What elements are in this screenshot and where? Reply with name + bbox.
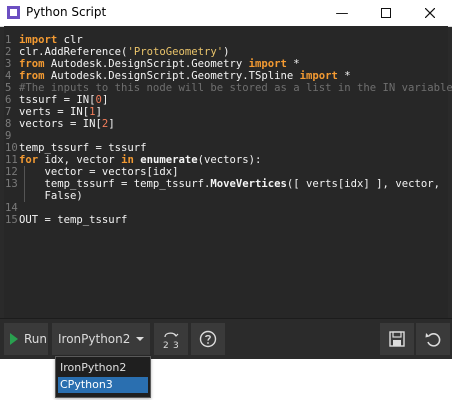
revert-button[interactable] [416,323,450,355]
line-number: 7 [5,106,12,118]
chevron-down-icon [136,337,144,341]
code-text: #The inputs to this node will be stored … [19,82,452,94]
close-icon [425,8,435,18]
window-title: Python Script [26,5,107,19]
line-number: 6 [5,94,12,106]
code-text: temp_tssurf = tssurf [19,142,147,154]
line-number: 3 [5,58,12,70]
code-text: False) [19,190,83,202]
save-button[interactable] [380,323,414,355]
app-icon [7,6,20,19]
line-number: 10 [5,142,18,154]
revert-icon [425,333,441,347]
code-text: temp_tssurf = temp_tssurf.MoveVertices([… [19,178,440,190]
code-text: from Autodesk.DesignScript.Geometry.TSpl… [19,70,351,82]
code-editor[interactable]: 1 import clr 2 clr.AddReference('ProtoGeom… [4,26,452,318]
maximize-button[interactable] [364,0,408,26]
line-number: 4 [5,70,12,82]
minimize-button[interactable]: — [320,0,364,26]
engine-option-ironpython2[interactable]: IronPython2 [58,360,148,376]
python-engine-select[interactable]: IronPython2 [52,323,150,355]
save-icon [389,331,405,347]
python-script-window: Python Script — 1 import clr 2 clr.AddRefe… [0,0,452,359]
run-label: Run [24,332,48,346]
line-number: 12 [5,166,18,178]
minimize-icon: — [335,5,349,21]
line-number: 8 [5,118,12,130]
help-button[interactable] [191,323,225,355]
run-button[interactable]: Run [4,323,48,355]
line-number: 5 [5,82,12,94]
engine-selected-value: IronPython2 [58,332,131,346]
code-text: tssurf = IN[0] [19,94,109,106]
code-text: verts = IN[1] [19,106,102,118]
line-number: 14 [5,202,18,214]
svg-text:3: 3 [173,341,179,350]
migrate-icon: 2 3 [163,332,179,350]
line-number: 1 [5,34,12,46]
help-icon [199,330,217,348]
close-button[interactable] [408,0,452,26]
line-number: 15 [5,214,18,226]
line-number: 11 [5,154,18,166]
code-text: OUT = temp_tssurf [19,214,128,226]
line-number: 13 [5,178,18,190]
code-text: clr.AddReference('ProtoGeometry') [19,46,230,58]
svg-text:2: 2 [163,341,169,350]
engine-dropdown-list: IronPython2 CPython3 [55,356,151,398]
maximize-icon [381,8,391,18]
engine-option-cpython3[interactable]: CPython3 [58,377,148,393]
line-number: 9 [5,130,12,142]
title-bar: Python Script — [0,0,452,27]
code-text: vectors = IN[2] [19,118,115,130]
line-number: 2 [5,46,12,58]
bottom-toolbar: Run IronPython2 2 3 [0,318,452,359]
play-icon [10,333,18,345]
code-text: from Autodesk.DesignScript.Geometry impo… [19,58,300,70]
code-text: vector = vectors[idx] [19,166,179,178]
code-text: for idx, vector in enumerate(vectors): [19,154,262,166]
migration-assistant-button[interactable]: 2 3 [154,323,188,355]
code-text: import clr [19,34,83,46]
